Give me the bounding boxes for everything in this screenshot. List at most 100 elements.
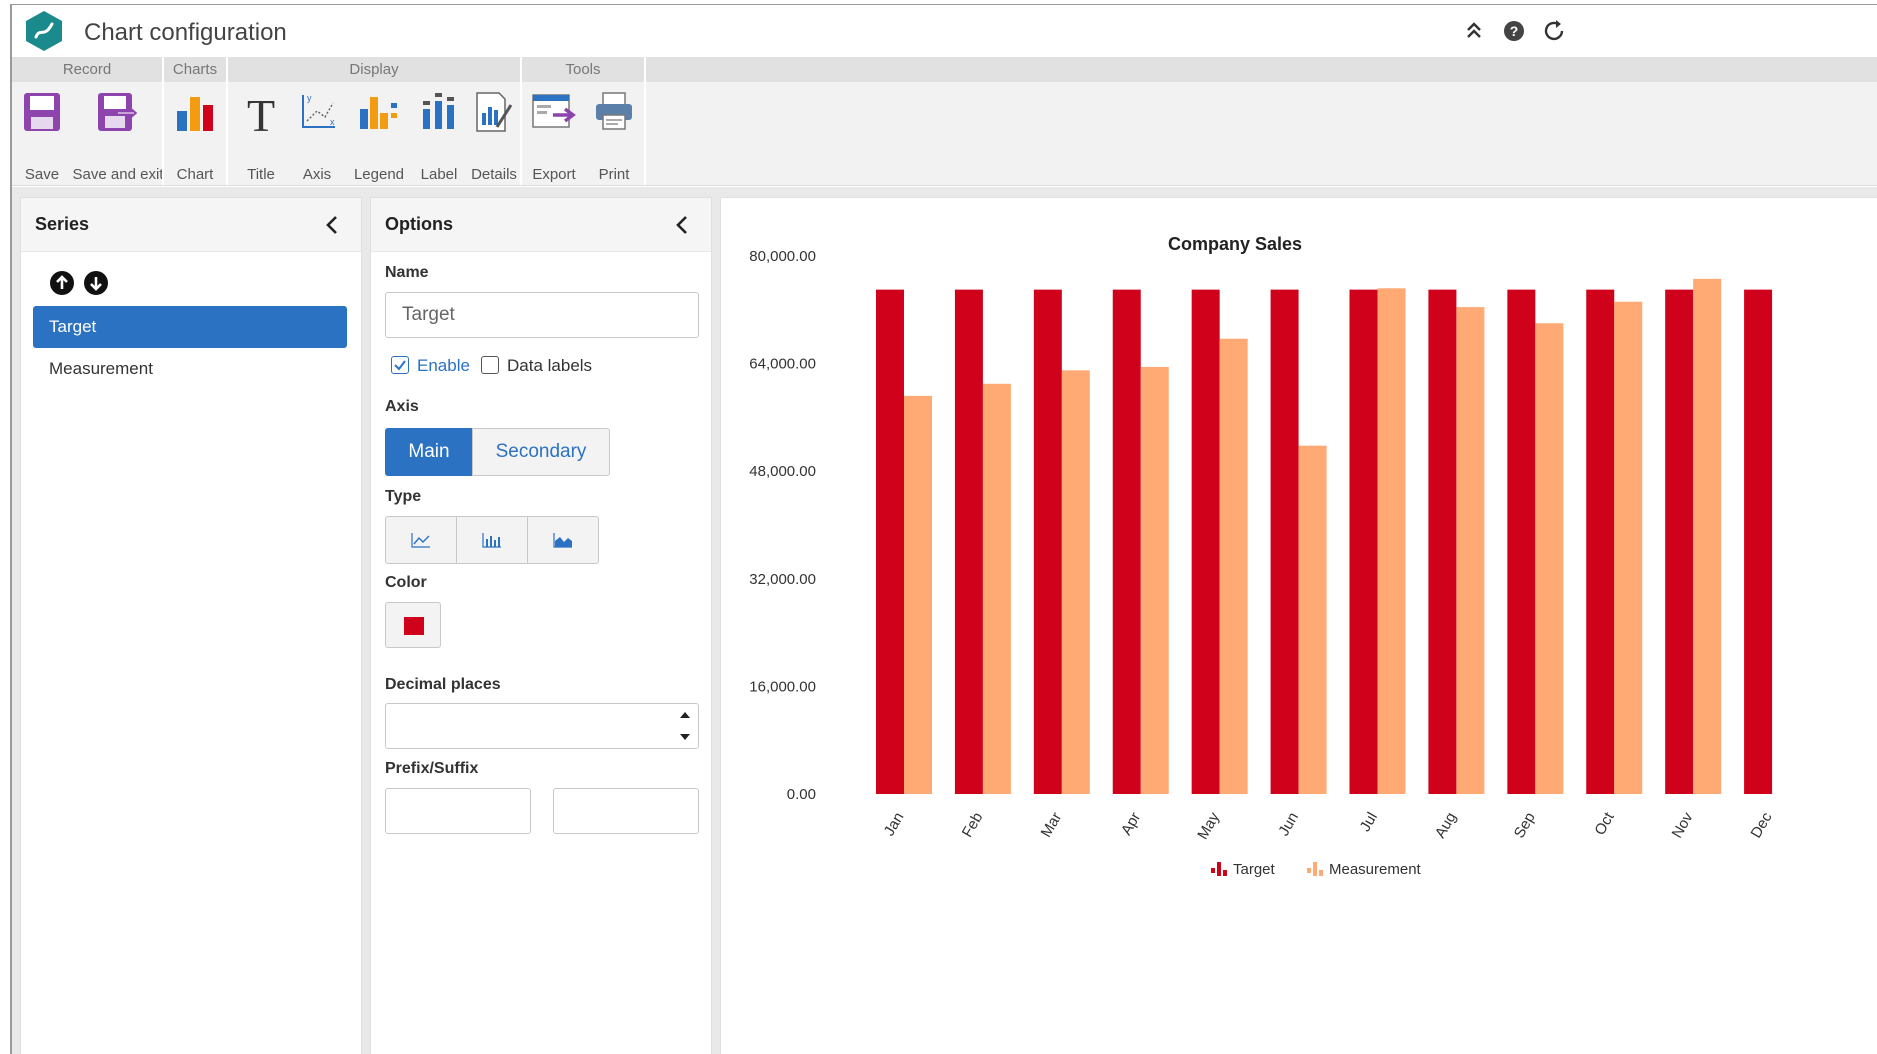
y-tick-label: 48,000.00 <box>749 463 816 480</box>
title-bar: Chart configuration ? <box>12 5 1877 57</box>
type-bar-button[interactable] <box>456 516 528 564</box>
legend-swatch-bar <box>1307 868 1311 873</box>
export-label: Export <box>532 166 576 183</box>
collapse-ribbon-icon[interactable] <box>1462 19 1486 43</box>
bar-measurement-jun[interactable] <box>1298 445 1327 794</box>
bar-measurement-jan[interactable] <box>904 395 932 794</box>
legend-swatch-bar <box>1319 870 1323 876</box>
y-tick-label: 16,000.00 <box>749 678 816 695</box>
save-button[interactable]: Save <box>16 85 68 183</box>
bar-target-jun[interactable] <box>1270 289 1299 794</box>
title-icon: T <box>247 91 275 135</box>
legend-icon <box>360 97 397 129</box>
area-chart-icon <box>553 533 572 548</box>
legend-label: Target <box>1233 861 1276 878</box>
chart-title: Company Sales <box>1168 234 1302 254</box>
print-button[interactable]: Print <box>588 85 640 183</box>
bar-chart-icon <box>482 533 501 548</box>
window-title: Chart configuration <box>84 19 287 46</box>
details-label: Details <box>471 166 517 183</box>
label-button[interactable]: Label <box>414 85 464 183</box>
suffix-input[interactable] <box>553 788 699 834</box>
enable-checkbox[interactable] <box>391 356 409 374</box>
axis-button[interactable]: y x Axis <box>292 85 342 183</box>
bar-target-dec[interactable] <box>1744 289 1773 794</box>
bar-target-may[interactable] <box>1191 289 1220 794</box>
type-field-label: Type <box>385 488 422 505</box>
move-up-icon[interactable] <box>49 270 75 296</box>
decimal-places-input[interactable] <box>385 703 699 749</box>
x-tick-label: Sep <box>1511 810 1539 842</box>
x-tick-label: Jan <box>881 810 908 839</box>
ribbon-group-charts: Charts Chart <box>164 57 226 194</box>
bar-measurement-nov[interactable] <box>1693 278 1722 794</box>
bar-target-nov[interactable] <box>1665 289 1694 794</box>
series-item-target[interactable]: Target <box>33 306 347 348</box>
bar-target-apr[interactable] <box>1112 289 1141 794</box>
bar-measurement-feb[interactable] <box>982 383 1011 794</box>
bar-target-mar[interactable] <box>1033 289 1062 794</box>
chevron-left-icon[interactable] <box>671 213 695 237</box>
data-labels-checkbox[interactable] <box>481 356 499 374</box>
y-tick-label: 0.00 <box>787 786 816 803</box>
ribbon-group-label: Display <box>228 57 520 82</box>
legend-swatch-bar <box>1223 870 1227 876</box>
axis-main-button[interactable]: Main <box>385 428 473 476</box>
decimal-places-label: Decimal places <box>385 676 501 693</box>
decimal-places-stepper[interactable] <box>385 703 699 749</box>
chart-y-axis: 0.00 16,000.00 32,000.00 48,000.00 64,000.00… <box>749 248 816 803</box>
bar-measurement-mar[interactable] <box>1061 370 1090 794</box>
chevron-left-icon[interactable] <box>321 213 345 237</box>
bar-measurement-sep[interactable] <box>1535 323 1564 794</box>
bar-target-sep[interactable] <box>1507 289 1536 794</box>
series-item-measurement[interactable]: Measurement <box>33 348 347 390</box>
move-down-icon[interactable] <box>83 270 109 296</box>
x-tick-label: Jul <box>1357 810 1381 835</box>
color-picker-button[interactable] <box>385 602 441 648</box>
prefix-input[interactable] <box>385 788 531 834</box>
chart-x-axis: Jan Feb Mar Apr May Jun Jul Aug Sep Oct Nov Dec <box>881 809 1776 843</box>
refresh-icon[interactable] <box>1542 19 1566 43</box>
chart-icon <box>177 97 213 131</box>
svg-text:T: T <box>247 91 275 135</box>
legend-button[interactable]: Legend <box>348 85 410 183</box>
legend-item-target[interactable]: Target <box>1211 861 1276 878</box>
details-button[interactable]: Details <box>468 85 520 183</box>
bar-measurement-may[interactable] <box>1219 338 1248 794</box>
bar-target-feb[interactable] <box>954 289 983 794</box>
checkmark-icon <box>394 360 406 371</box>
help-icon[interactable]: ? <box>1502 19 1526 43</box>
line-chart-icon <box>411 533 430 548</box>
x-tick-label: Nov <box>1669 809 1697 841</box>
stepper-arrows-icon[interactable] <box>679 709 691 743</box>
bar-target-aug[interactable] <box>1428 289 1457 794</box>
legend-item-measurement[interactable]: Measurement <box>1307 861 1422 878</box>
x-tick-label: Dec <box>1747 809 1775 841</box>
title-button[interactable]: T Title <box>236 85 286 194</box>
print-icon <box>596 92 632 130</box>
legend-label: Measurement <box>1329 861 1422 878</box>
bar-measurement-jul[interactable] <box>1377 288 1406 794</box>
type-line-button[interactable] <box>385 516 457 564</box>
type-area-button[interactable] <box>527 516 599 564</box>
svg-text:?: ? <box>1510 23 1519 39</box>
x-tick-label: May <box>1194 809 1223 842</box>
label-icon <box>423 93 454 129</box>
chart-label: Chart <box>176 166 214 183</box>
name-input[interactable] <box>385 292 699 338</box>
bar-target-oct[interactable] <box>1586 289 1615 794</box>
save-and-exit-button[interactable]: Save and exit <box>72 85 164 183</box>
bar-measurement-aug[interactable] <box>1456 307 1485 794</box>
name-field-label: Name <box>385 264 429 281</box>
svg-text:y: y <box>307 93 312 103</box>
bar-target-jan[interactable] <box>876 289 904 794</box>
x-tick-label: Jun <box>1275 810 1302 839</box>
series-panel: Series Target Measurement <box>20 197 362 1054</box>
axis-secondary-button[interactable]: Secondary <box>472 428 610 476</box>
bar-measurement-apr[interactable] <box>1140 366 1169 794</box>
x-tick-label: Feb <box>959 810 987 841</box>
export-button[interactable]: Export <box>526 85 582 183</box>
bar-target-jul[interactable] <box>1349 289 1378 794</box>
bar-measurement-oct[interactable] <box>1614 301 1643 794</box>
chart-button[interactable]: Chart <box>164 85 226 194</box>
